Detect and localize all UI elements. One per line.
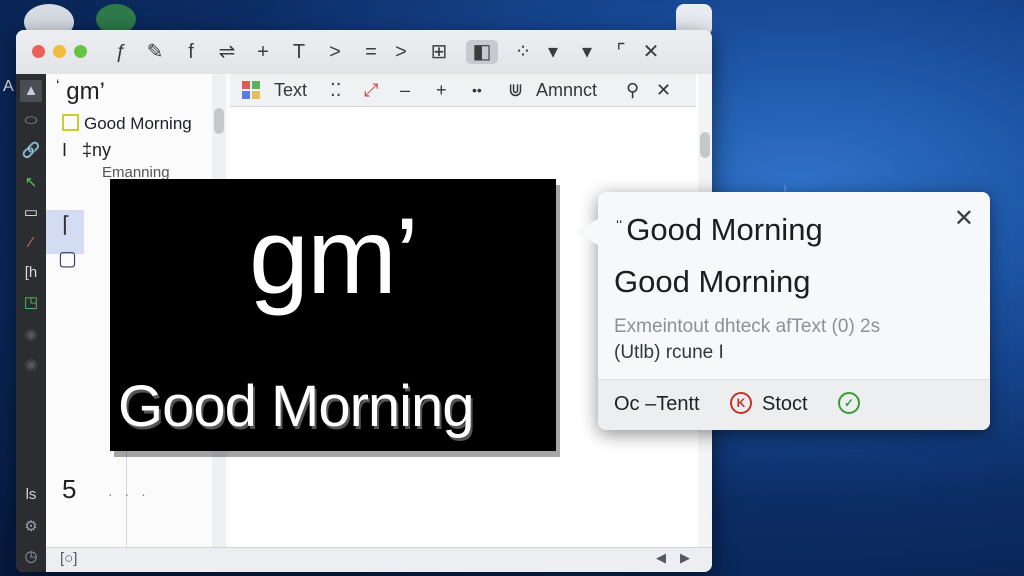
- quote-icon: ʻ: [56, 78, 60, 95]
- text-tool-label[interactable]: Text: [274, 79, 307, 101]
- amount-label[interactable]: Amnnct: [536, 79, 597, 101]
- font-icon[interactable]: f: [178, 40, 204, 64]
- confirm-icon[interactable]: ✓: [838, 392, 860, 414]
- canvas-close-icon[interactable]: ✕: [656, 79, 671, 101]
- frame-icon[interactable]: ◳: [20, 292, 42, 314]
- target-2-icon[interactable]: ◉: [20, 354, 42, 376]
- page-icon[interactable]: ▢: [58, 246, 77, 271]
- dropdown-icon[interactable]: ▾: [540, 40, 566, 64]
- color-grid-icon[interactable]: [242, 81, 260, 99]
- equals-icon[interactable]: =: [358, 40, 384, 64]
- next-icon[interactable]: >: [388, 40, 414, 64]
- cancel-icon[interactable]: K: [730, 392, 752, 414]
- close-window-button[interactable]: [32, 45, 45, 58]
- next-arrow-icon[interactable]: ▶: [680, 550, 690, 566]
- chevron-right-icon[interactable]: >: [322, 40, 348, 64]
- bracket-layer-icon[interactable]: ⌈: [62, 212, 71, 238]
- popup-footer: Oc –Tentt K Stoct ✓: [598, 379, 990, 430]
- quote-mark: ʻʻ: [616, 217, 623, 233]
- gm-graphic[interactable]: gm’ Good Morning: [110, 179, 556, 451]
- title-toolbar: ƒ ✎ f ⇌ + T > = > ⊞ ◧ ⁘ ▾ ▾ ⌜ ✕: [16, 30, 712, 75]
- layout-icon[interactable]: ◧: [466, 40, 498, 64]
- link-icon[interactable]: 🔗: [20, 140, 42, 162]
- shape-icon[interactable]: ⬭: [20, 110, 42, 132]
- close-icon[interactable]: ✕: [638, 40, 664, 64]
- good-morning-text: Good Morning: [118, 374, 475, 439]
- canvas-scroll-thumb[interactable]: [700, 132, 710, 158]
- layer-title[interactable]: ʻ gm’: [56, 78, 105, 106]
- layer-dots: · · ·: [108, 486, 150, 502]
- status-frame-icon[interactable]: [○]: [60, 550, 77, 567]
- prev-arrow-icon[interactable]: ◀: [656, 550, 666, 566]
- minus-icon[interactable]: –: [400, 79, 410, 101]
- text-tool-icon[interactable]: T: [286, 40, 312, 64]
- desktop-side-letter: A: [3, 78, 14, 95]
- popup-subheading: Good Morning: [614, 264, 811, 299]
- resize-icon[interactable]: ⤢: [364, 79, 378, 101]
- zoom-window-button[interactable]: [74, 45, 87, 58]
- popup-heading-text: Good Morning: [626, 212, 823, 247]
- bracket-icon[interactable]: [h: [20, 262, 42, 284]
- swap-icon[interactable]: ⇌: [214, 40, 240, 64]
- layer-title-text: gm’: [66, 78, 105, 105]
- ellipsis-icon[interactable]: ••: [472, 79, 482, 101]
- layer-number: 5: [62, 474, 77, 504]
- layer-checkbox[interactable]: [62, 114, 79, 131]
- layer-item-label-2: ‡ny: [82, 140, 112, 160]
- dropdown-2-icon[interactable]: ▾: [574, 40, 600, 64]
- screen-icon[interactable]: ▭: [20, 202, 42, 224]
- corner-icon[interactable]: ⌜: [608, 40, 634, 64]
- layer-item-text[interactable]: I ‡ny: [62, 140, 111, 161]
- pen-icon[interactable]: ✎: [142, 40, 168, 64]
- select-icon[interactable]: ↖: [20, 172, 42, 194]
- status-bar: [○] ◀ ▶: [46, 547, 712, 572]
- popup-footer-left[interactable]: Oc –Tentt: [614, 393, 700, 416]
- plus-icon[interactable]: +: [436, 79, 447, 101]
- popup-pointer: [574, 218, 600, 246]
- settings-icon[interactable]: ⚙: [20, 516, 42, 538]
- popup-heading: ʻʻ Good Morning: [616, 212, 823, 248]
- minimize-window-button[interactable]: [53, 45, 66, 58]
- popup-close-icon[interactable]: ✕: [954, 204, 974, 233]
- layer-item-good-morning[interactable]: Good Morning: [62, 114, 192, 134]
- popup-description-2: (Utlb) rcune I: [614, 342, 724, 363]
- layers-icon[interactable]: ▲: [20, 80, 42, 102]
- dots-grid-icon[interactable]: ⁘: [510, 40, 536, 64]
- brush-icon[interactable]: ⁄: [20, 232, 42, 254]
- target-icon[interactable]: ◉: [20, 324, 42, 346]
- history-icon[interactable]: ◷: [20, 546, 42, 568]
- search-icon[interactable]: ⚲: [626, 79, 639, 101]
- function-icon[interactable]: ƒ: [108, 40, 134, 64]
- gm-text: gm’: [248, 195, 419, 316]
- magnet-icon[interactable]: ⋓: [508, 79, 523, 101]
- popup-description: Exmeintout dhteck afText (0) 2s: [614, 316, 881, 337]
- layer-item-label: Good Morning: [84, 114, 192, 133]
- list-icon[interactable]: ls: [20, 484, 42, 506]
- popup-select-button[interactable]: Stoct: [762, 393, 808, 416]
- panel-scroll-thumb[interactable]: [214, 108, 224, 134]
- dots-icon[interactable]: ⁚⁚: [330, 79, 341, 101]
- canvas-toolbar: Text ⁚⁚ ⤢ – + •• ⋓ Amnnct ⚲ ✕: [230, 74, 696, 107]
- layer-item-prefix: I: [62, 140, 68, 160]
- grid-icon[interactable]: ⊞: [426, 40, 452, 64]
- add-icon[interactable]: +: [250, 40, 276, 64]
- text-info-popup: ʻʻ Good Morning ✕ Good Morning Exmeintout…: [574, 192, 990, 430]
- left-toolbar: ▲ ⬭ 🔗 ↖ ▭ ⁄ [h ◳ ◉ ◉ ls ⚙ ◷: [16, 74, 46, 572]
